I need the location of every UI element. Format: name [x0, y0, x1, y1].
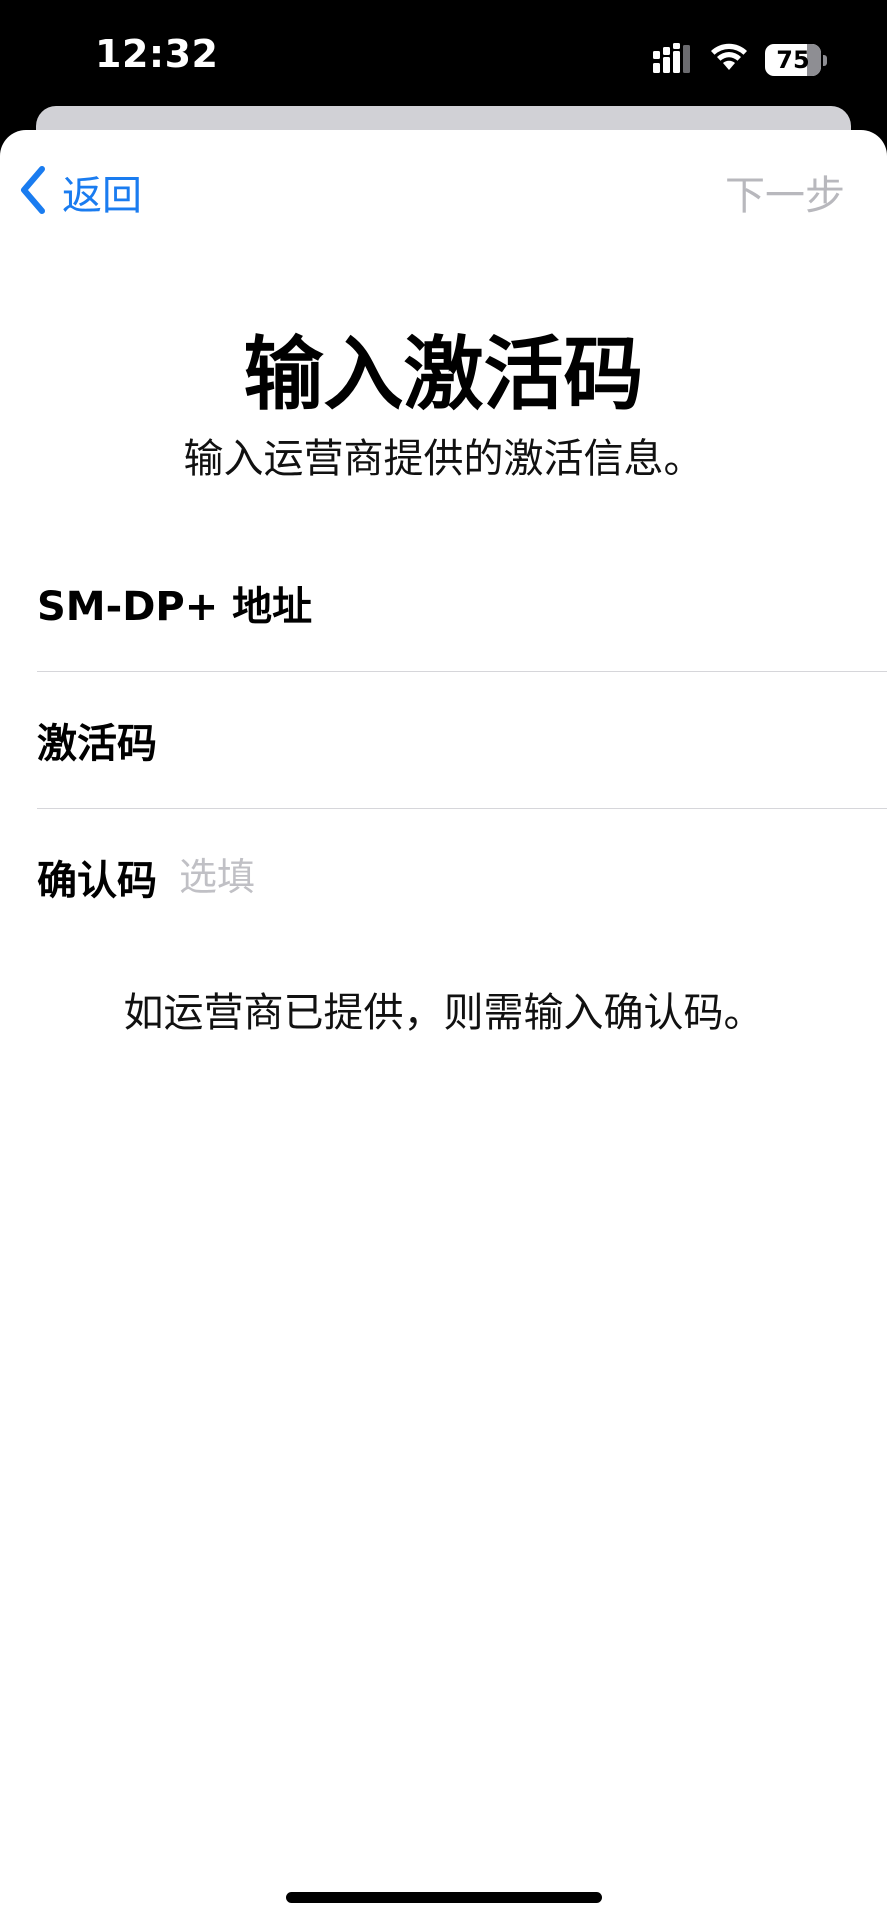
status-icons: 75 [653, 40, 827, 80]
confirmation-code-input[interactable] [179, 847, 887, 907]
activation-code-input[interactable] [179, 710, 887, 770]
activation-sheet: 返回 下一步 输入激活码 输入运营商提供的激活信息。 SM-DP+ 地址 激活码… [0, 130, 887, 1920]
form-row-confirmation-code[interactable]: 确认码 [37, 809, 887, 945]
form-row-activation-code[interactable]: 激活码 [37, 672, 887, 809]
confirmation-code-hint: 如运营商已提供，则需输入确认码。 [123, 990, 764, 1036]
cellular-signal-icon [653, 43, 693, 77]
next-button[interactable]: 下一步 [725, 162, 845, 222]
form-row-smdp-address[interactable]: SM-DP+ 地址 [37, 535, 887, 672]
battery-level: 75 [776, 46, 810, 74]
page-subtitle: 输入运营商提供的激活信息。 [183, 436, 704, 482]
activation-code-label: 激活码 [37, 721, 157, 767]
activation-form: SM-DP+ 地址 激活码 确认码 [37, 535, 887, 945]
back-label: 返回 [62, 173, 142, 219]
page-title: 输入激活码 [243, 328, 644, 421]
wifi-icon [709, 43, 749, 77]
status-time: 12:32 [95, 32, 219, 76]
battery-icon: 75 [765, 43, 827, 77]
smdp-address-label: SM-DP+ 地址 [37, 584, 313, 630]
smdp-address-input[interactable] [334, 573, 887, 633]
confirmation-code-label: 确认码 [37, 858, 157, 904]
home-indicator[interactable] [286, 1892, 602, 1903]
chevron-left-icon [18, 165, 48, 219]
back-button[interactable]: 返回 [18, 162, 142, 222]
